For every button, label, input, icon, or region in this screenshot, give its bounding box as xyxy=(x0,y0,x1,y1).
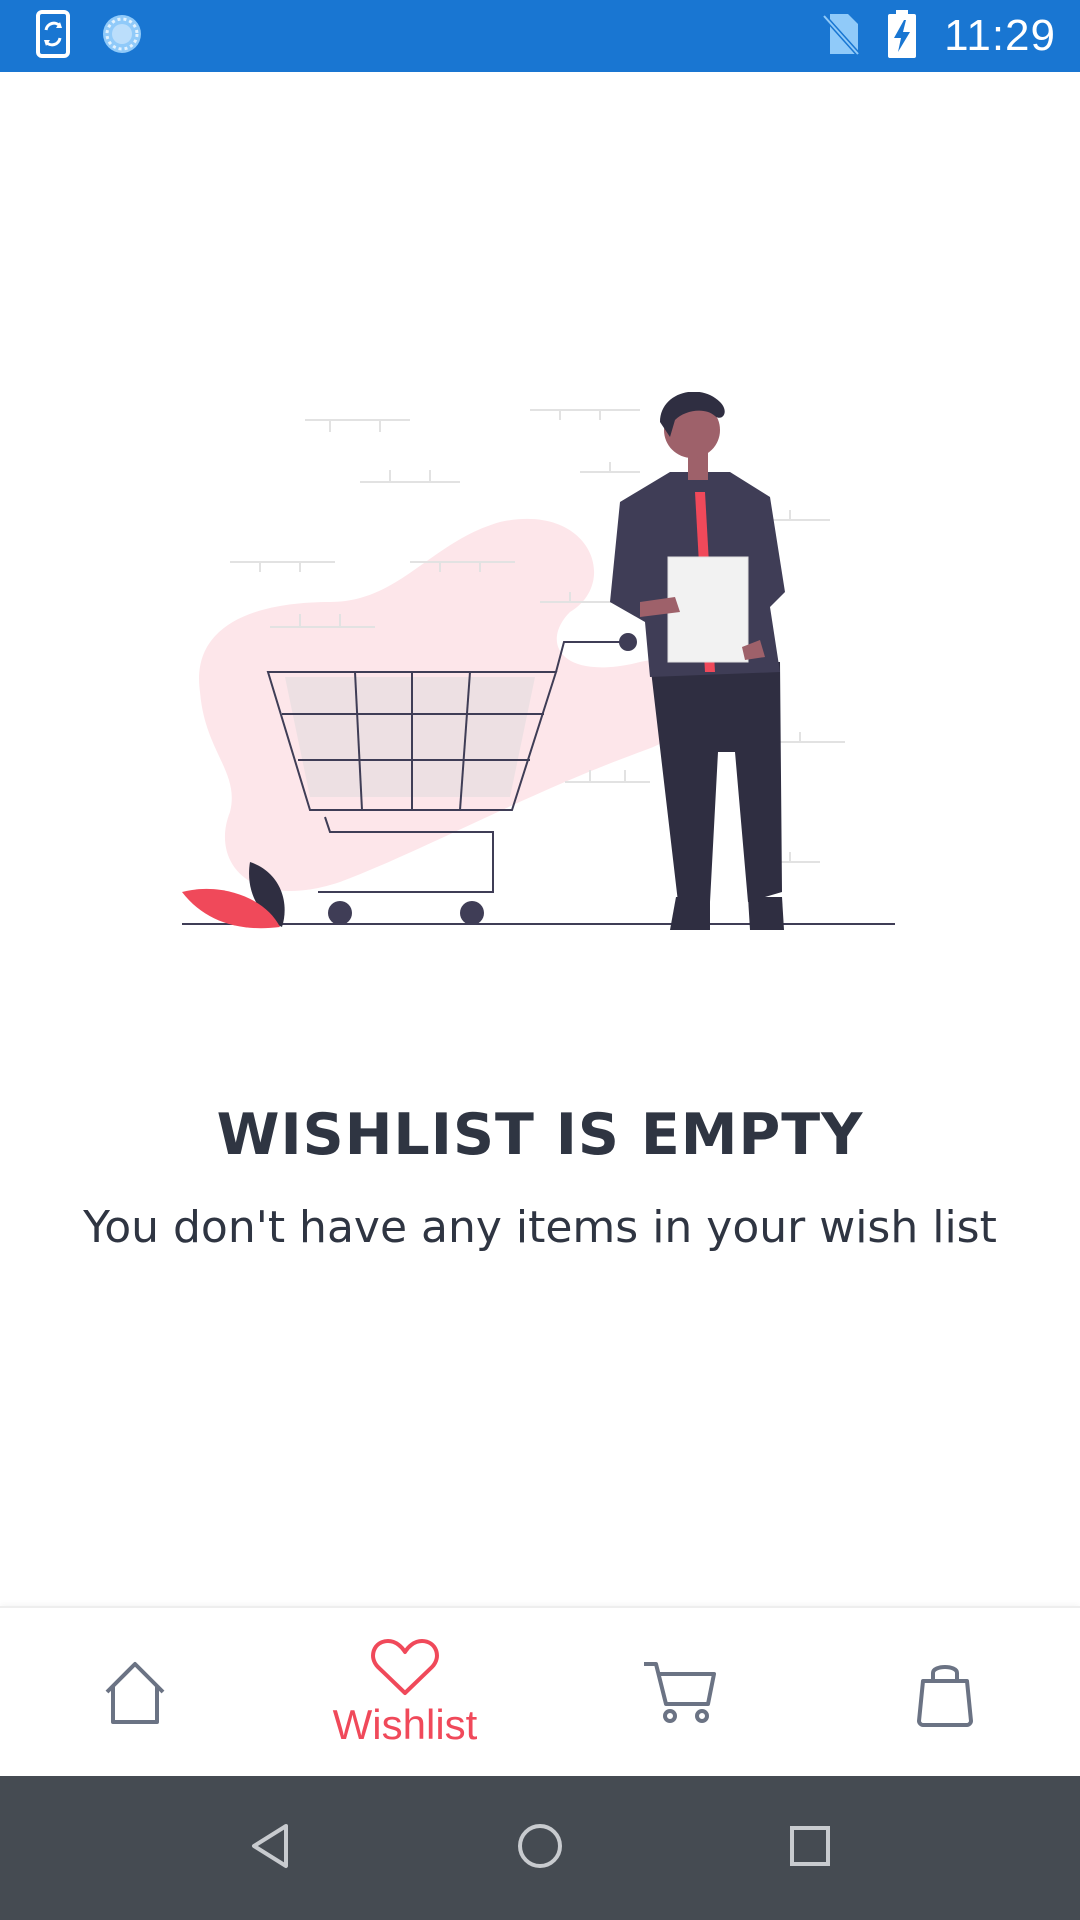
bottom-navigation: Wishlist xyxy=(0,1606,1080,1776)
nav-wishlist-label: Wishlist xyxy=(332,1701,478,1748)
empty-wishlist-illustration xyxy=(170,391,910,992)
cart-icon xyxy=(642,1660,718,1726)
recents-icon xyxy=(788,1824,832,1872)
home-circle-icon xyxy=(516,1822,564,1874)
nav-home[interactable] xyxy=(0,1608,270,1778)
empty-state-title: WISHLIST IS EMPTY xyxy=(216,1102,864,1168)
empty-state-subtitle: You don't have any items in your wish li… xyxy=(83,1202,997,1253)
loading-spinner-icon xyxy=(100,12,144,60)
back-icon xyxy=(248,1822,292,1874)
system-navigation-bar xyxy=(0,1776,1080,1920)
clock: 11:29 xyxy=(944,11,1056,60)
heart-icon xyxy=(370,1637,440,1697)
status-bar: 11:29 xyxy=(0,0,1080,72)
status-right-icons: 11:29 xyxy=(822,10,1056,62)
phone-sync-icon xyxy=(34,10,74,62)
back-button[interactable] xyxy=(200,1776,340,1920)
nav-wishlist[interactable]: Wishlist xyxy=(270,1608,540,1778)
recents-button[interactable] xyxy=(740,1776,880,1920)
home-button[interactable] xyxy=(470,1776,610,1920)
nav-bag[interactable] xyxy=(810,1608,1080,1778)
home-icon xyxy=(101,1660,169,1726)
battery-charging-icon xyxy=(888,10,917,62)
shopping-bag-icon xyxy=(915,1659,975,1727)
wishlist-screen: WISHLIST IS EMPTY You don't have any ite… xyxy=(0,72,1080,1606)
no-sim-icon xyxy=(822,12,861,60)
status-left-icons xyxy=(34,10,144,62)
nav-cart[interactable] xyxy=(545,1608,815,1778)
